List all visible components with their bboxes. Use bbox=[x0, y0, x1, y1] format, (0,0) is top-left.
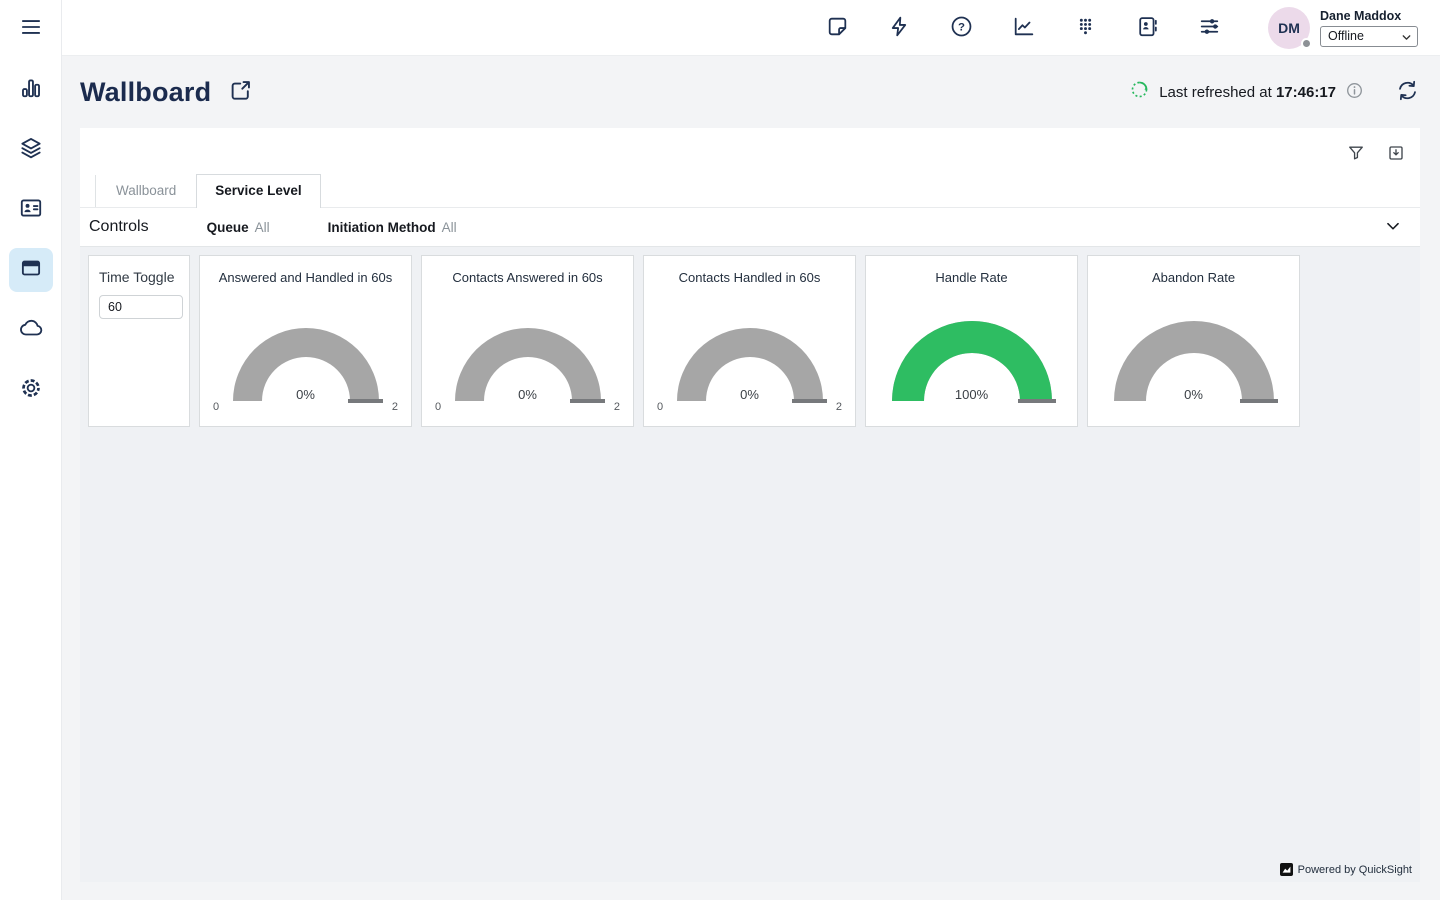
address-book-icon bbox=[1135, 14, 1160, 42]
gauge-card: Contacts Handled in 60s 0% 0 2 bbox=[643, 255, 856, 427]
open-in-new-window-button[interactable] bbox=[227, 77, 254, 107]
filter-button[interactable] bbox=[1346, 143, 1366, 166]
sidebar-item-metrics[interactable] bbox=[9, 68, 53, 112]
page-header: Wallboard Last refreshed at 17:46:17 bbox=[62, 56, 1440, 128]
tab-service-level[interactable]: Service Level bbox=[196, 174, 320, 208]
left-sidebar bbox=[0, 0, 62, 900]
dialpad-icon bbox=[1073, 14, 1098, 42]
sliders-icon bbox=[1197, 14, 1222, 42]
sidebar-item-cloud[interactable] bbox=[9, 308, 53, 352]
status-select-value: Offline bbox=[1328, 29, 1364, 43]
page-title: Wallboard bbox=[80, 77, 211, 108]
help-button[interactable]: ? bbox=[948, 15, 974, 41]
tab-wallboard[interactable]: Wallboard bbox=[95, 175, 196, 207]
status-select[interactable]: Offline bbox=[1320, 26, 1418, 47]
time-toggle-input[interactable] bbox=[99, 295, 183, 319]
controls-bar: Controls Queue All Initiation Method All bbox=[80, 207, 1420, 247]
bar-chart-icon bbox=[18, 75, 44, 106]
top-bar: ? bbox=[62, 0, 1440, 56]
initiation-method-filter-control[interactable]: Initiation Method All bbox=[328, 220, 457, 235]
offline-status-dot bbox=[1301, 38, 1312, 49]
sidebar-item-contacts[interactable] bbox=[9, 188, 53, 232]
export-download-icon bbox=[1386, 143, 1406, 166]
chevron-down-icon bbox=[1400, 31, 1413, 44]
refresh-icon bbox=[1395, 78, 1420, 106]
main-content: Wallboard Last refreshed at 17:46:17 bbox=[62, 56, 1440, 900]
dashboard-sheet: Time Toggle Answered and Handled in 60s … bbox=[80, 247, 1420, 882]
user-name: Dane Maddox bbox=[1320, 9, 1418, 23]
time-toggle-card: Time Toggle bbox=[88, 255, 190, 427]
hamburger-icon bbox=[18, 14, 44, 43]
time-toggle-label: Time Toggle bbox=[99, 269, 179, 285]
menu-toggle-button[interactable] bbox=[11, 8, 51, 48]
dialpad-button[interactable] bbox=[1072, 15, 1098, 41]
info-icon bbox=[1345, 81, 1364, 103]
contact-card-icon bbox=[18, 195, 44, 226]
browser-window-icon bbox=[18, 255, 44, 286]
refresh-button[interactable] bbox=[1395, 78, 1420, 106]
gauge-card: Abandon Rate 0% bbox=[1087, 255, 1300, 427]
help-icon: ? bbox=[949, 14, 974, 42]
line-chart-icon bbox=[1011, 14, 1036, 42]
agent-settings-button[interactable] bbox=[1196, 15, 1222, 41]
dashboard-panel: Wallboard Service Level Controls Queue A… bbox=[80, 128, 1420, 247]
filter-funnel-icon bbox=[1346, 143, 1366, 166]
cloud-icon bbox=[18, 315, 44, 346]
auto-refresh-timer-icon bbox=[1129, 79, 1150, 105]
last-refreshed-text: Last refreshed at 17:46:17 bbox=[1159, 84, 1336, 101]
queue-filter-control[interactable]: Queue All bbox=[207, 220, 270, 235]
sidebar-item-layers[interactable] bbox=[9, 128, 53, 172]
notes-button[interactable] bbox=[824, 15, 850, 41]
directory-button[interactable] bbox=[1134, 15, 1160, 41]
external-link-icon bbox=[227, 77, 254, 107]
last-refreshed-time: 17:46:17 bbox=[1276, 84, 1336, 101]
sheet-tabs: Wallboard Service Level bbox=[80, 172, 1420, 207]
refresh-info-button[interactable] bbox=[1345, 81, 1364, 103]
quicksight-logo-icon bbox=[1280, 863, 1293, 876]
collapse-controls-button[interactable] bbox=[1382, 215, 1404, 240]
svg-text:?: ? bbox=[958, 21, 965, 33]
quick-actions-button[interactable] bbox=[886, 15, 912, 41]
avatar-initials: DM bbox=[1278, 20, 1300, 36]
sidebar-item-wallboard[interactable] bbox=[9, 248, 53, 292]
user-area: DM Dane Maddox Offline bbox=[1268, 7, 1418, 49]
sidebar-item-settings[interactable] bbox=[9, 368, 53, 412]
chevron-down-icon bbox=[1382, 215, 1404, 240]
export-button[interactable] bbox=[1386, 143, 1406, 166]
lightning-icon bbox=[887, 14, 912, 42]
metrics-button[interactable] bbox=[1010, 15, 1036, 41]
controls-label: Controls bbox=[89, 218, 149, 236]
gauge-card: Contacts Answered in 60s 0% 0 2 bbox=[421, 255, 634, 427]
panel-toolbar bbox=[80, 128, 1420, 172]
avatar[interactable]: DM bbox=[1268, 7, 1310, 49]
gauge-card: Handle Rate 100% bbox=[865, 255, 1078, 427]
powered-by-quicksight-link[interactable]: Powered by QuickSight bbox=[1280, 863, 1412, 876]
gear-icon bbox=[18, 375, 44, 406]
gauge-card: Answered and Handled in 60s 0% 0 2 bbox=[199, 255, 412, 427]
note-icon bbox=[825, 14, 850, 42]
layers-icon bbox=[18, 135, 44, 166]
